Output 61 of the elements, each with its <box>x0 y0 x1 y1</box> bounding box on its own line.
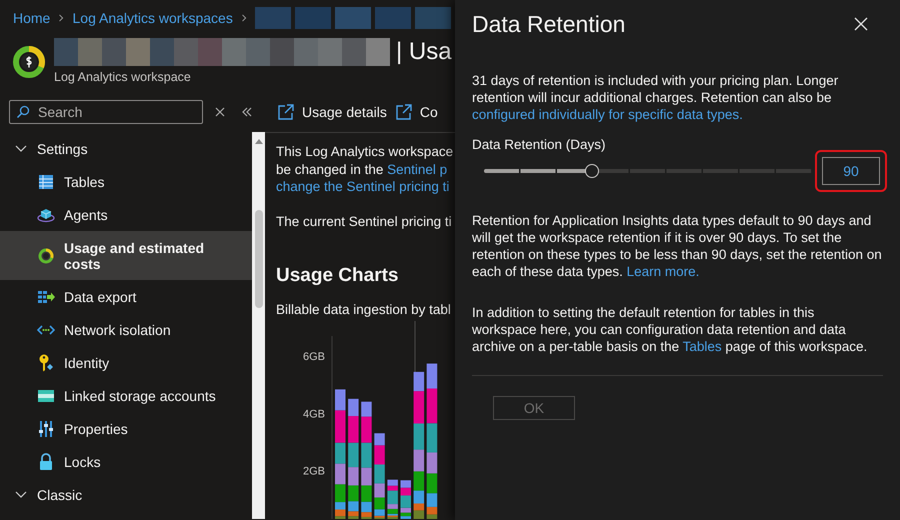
axis-label: 6GB <box>302 350 325 362</box>
cost-ring-icon <box>37 248 55 264</box>
breadcrumb-link[interactable]: Home <box>13 10 50 26</box>
sentinel-pricing-link[interactable]: change the Sentinel pricing ti <box>276 179 450 194</box>
lock-icon <box>37 452 55 470</box>
field-label: Data Retention (Days) <box>472 137 607 152</box>
stacked-bar <box>387 479 398 518</box>
nav-item[interactable]: Network isolation <box>0 313 252 346</box>
scroll-up-icon[interactable] <box>254 138 262 144</box>
breadcrumb-link[interactable]: Log Analytics workspaces <box>72 10 233 26</box>
search-input[interactable]: Search <box>36 103 180 121</box>
nav-item[interactable]: Identity <box>0 346 252 379</box>
nav-item[interactable]: Usage and estimated costs <box>0 231 252 280</box>
scrollbar-thumb[interactable] <box>254 210 262 308</box>
key-icon <box>37 354 55 372</box>
external-link-icon <box>394 103 413 121</box>
nav-item[interactable]: Agents <box>0 198 252 231</box>
external-link-icon <box>277 103 295 121</box>
chart-caption: Billable data ingestion by tabl <box>276 301 452 318</box>
scrollbar[interactable] <box>252 132 265 519</box>
nav-item[interactable]: Tables <box>0 165 252 198</box>
info-paragraph: In addition to setting the default retention for tables in this workspace here, you can configuration data retention and data archive on a per-table basis on the Tables page of this workspace. <box>472 304 868 355</box>
notice-text: This Log Analytics workspace <box>276 143 454 160</box>
chevron-down-icon <box>14 490 28 500</box>
storage-icon <box>37 388 55 402</box>
nav-item[interactable]: Properties <box>0 412 252 445</box>
nav-item[interactable]: Data export <box>0 280 252 313</box>
panel-title: Data Retention <box>472 10 626 38</box>
chevron-down-icon <box>14 144 28 154</box>
toolbar-button[interactable]: Usage details <box>277 103 387 121</box>
axis-label: 2GB <box>302 465 325 478</box>
retention-slider[interactable] <box>484 164 812 178</box>
cost-ring-icon <box>13 46 45 78</box>
axis-label: 4GB <box>302 408 325 420</box>
notice-text: be changed in the <box>276 162 384 176</box>
info-paragraph: Retention for Application Insights data types default to 90 days and will get the workspace retention if it is over 90 days. To set the retention on these types to be less than 90 days, set the retention on each of these data types. Learn more. <box>472 212 882 280</box>
code-brackets-icon <box>37 324 55 336</box>
sentinel-pricing-link[interactable]: Sentinel p <box>387 162 448 176</box>
page-subtitle: Log Analytics workspace <box>54 70 192 84</box>
pricing-tier-text: The current Sentinel pricing ti <box>276 212 453 230</box>
cube-icon <box>37 206 55 222</box>
sliders-icon <box>37 420 55 438</box>
nav-item[interactable]: Locks <box>0 445 252 478</box>
tables-link[interactable]: Tables <box>682 339 722 354</box>
learn-more-link[interactable]: Learn more. <box>626 264 700 279</box>
info-paragraph: 31 days of retention is included with your pricing plan. Longer retention will incur additional charges. Retention can also be configured individually for specific data types. <box>472 72 840 123</box>
chevron-right-icon <box>240 13 247 23</box>
section-heading: Usage Charts <box>276 264 400 288</box>
search-icon <box>16 105 30 119</box>
nav-item[interactable]: Linked storage accounts <box>0 379 252 412</box>
toolbar-button[interactable]: Co <box>394 103 438 121</box>
chevron-right-icon <box>58 13 65 23</box>
page-title: | Usa <box>396 38 452 66</box>
data-export-icon <box>37 288 55 304</box>
configure-link[interactable]: configured individually for specific data types. <box>472 107 743 122</box>
stacked-bar <box>400 480 411 518</box>
nav-group-header[interactable]: Classic <box>0 478 252 511</box>
search-field[interactable]: Search <box>9 100 203 124</box>
retention-days-field[interactable]: 90 <box>822 157 880 185</box>
table-icon <box>37 174 55 190</box>
nav-group-header[interactable]: Settings <box>0 132 252 165</box>
